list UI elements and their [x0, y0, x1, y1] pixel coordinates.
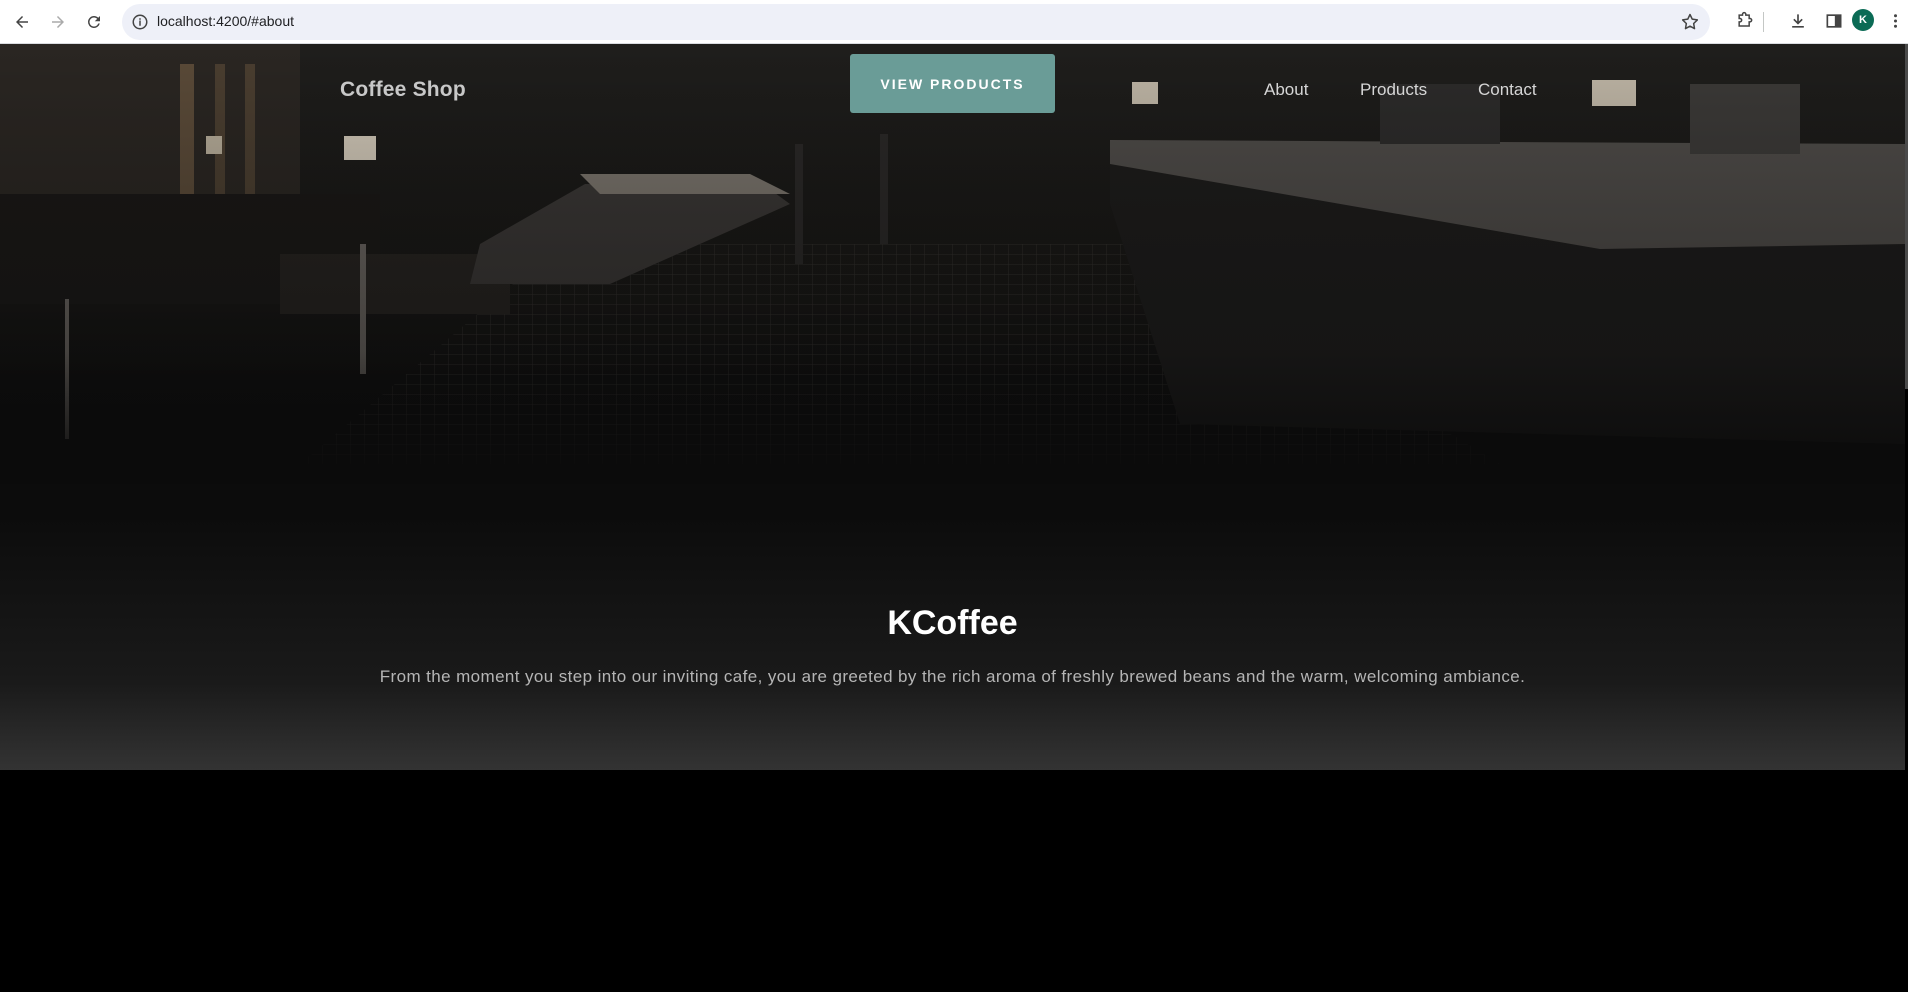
star-icon[interactable]: [1680, 12, 1700, 32]
hero-title: KCoffee: [887, 604, 1018, 642]
url-text[interactable]: localhost:4200/#about: [157, 13, 294, 29]
downloads-button[interactable]: [1787, 10, 1809, 32]
reload-icon: [87, 15, 100, 28]
arrow-right-icon: [52, 16, 64, 28]
arrow-left-icon: [16, 16, 28, 28]
nav-link-about[interactable]: About: [1264, 80, 1308, 100]
profile-avatar[interactable]: K: [1852, 9, 1874, 31]
side-panel-icon: [1826, 14, 1842, 28]
hero-section: Coffee Shop VIEW PRODUCTS About Products…: [0, 44, 1905, 770]
nav-link-products[interactable]: Products: [1360, 80, 1427, 100]
reload-button[interactable]: [80, 8, 108, 36]
puzzle-icon: [1738, 11, 1753, 27]
page: Coffee Shop VIEW PRODUCTS About Products…: [0, 44, 1908, 992]
back-button[interactable]: [8, 8, 36, 36]
browser-menu-button[interactable]: [1887, 10, 1903, 32]
extensions-button[interactable]: [1734, 10, 1756, 32]
nav-link-contact[interactable]: Contact: [1478, 80, 1537, 100]
view-products-button[interactable]: VIEW PRODUCTS: [850, 54, 1055, 113]
toolbar-separator: [1763, 12, 1764, 32]
forward-button[interactable]: [44, 8, 72, 36]
site-brand[interactable]: Coffee Shop: [340, 78, 466, 102]
side-panel-button[interactable]: [1823, 10, 1845, 32]
browser-toolbar: localhost:4200/#about K: [0, 0, 1908, 44]
kebab-menu-icon: [1893, 14, 1897, 28]
download-icon: [1792, 14, 1804, 28]
address-bar[interactable]: localhost:4200/#about: [122, 4, 1710, 40]
info-icon[interactable]: [131, 13, 149, 31]
hero-description: From the moment you step into our inviti…: [379, 667, 1526, 686]
